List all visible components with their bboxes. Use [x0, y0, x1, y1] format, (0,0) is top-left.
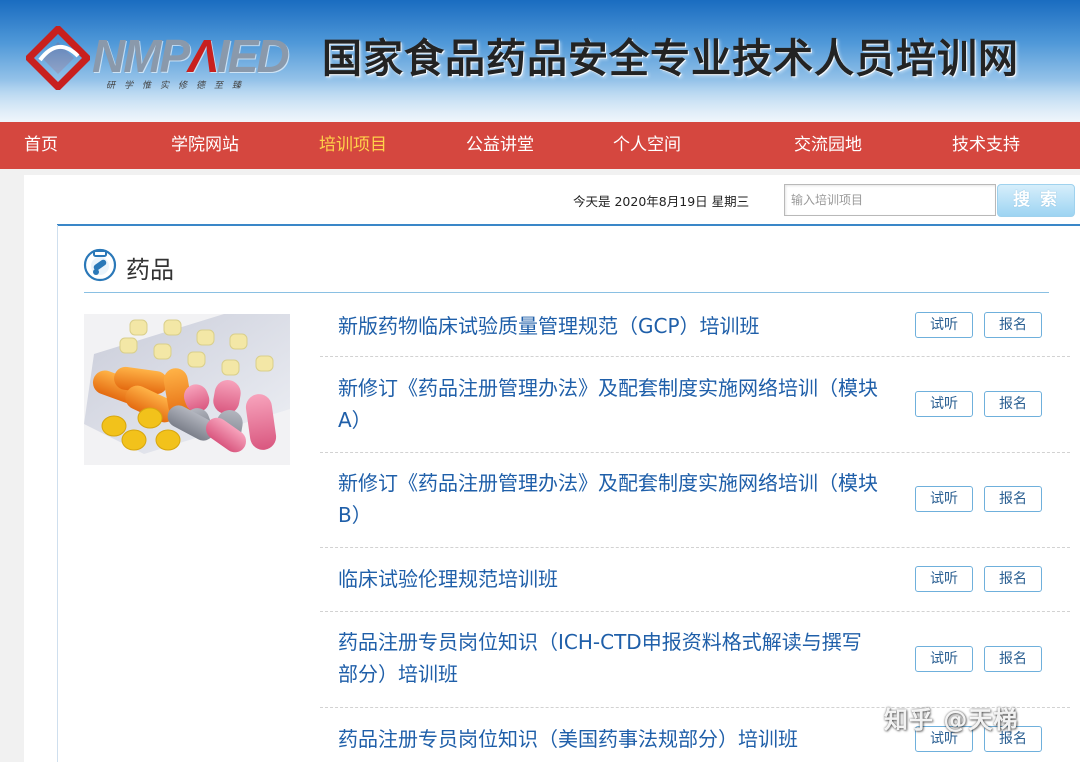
- course-divider: [320, 611, 1070, 612]
- medicine-bottle-icon: [83, 248, 117, 282]
- current-date: 今天是 2020年8月19日 星期三: [573, 194, 750, 209]
- trial-button[interactable]: 试听: [915, 312, 973, 338]
- course-divider: [320, 547, 1070, 548]
- course-title-link[interactable]: 新修订《药品注册管理办法》及配套制度实施网络培训（模块A）: [338, 372, 878, 436]
- nav-item-college-site[interactable]: 学院网站: [171, 122, 239, 169]
- trial-button[interactable]: 试听: [915, 646, 973, 672]
- signup-button[interactable]: 报名: [984, 566, 1042, 592]
- course-title-link[interactable]: 药品注册专员岗位知识（美国药事法规部分）培训班: [338, 723, 878, 755]
- nav-item-personal-space[interactable]: 个人空间: [613, 122, 681, 169]
- course-title-link[interactable]: 新版药物临床试验质量管理规范（GCP）培训班: [338, 310, 878, 342]
- site-logo[interactable]: NMPΛIED 研学惟实修德至臻: [26, 22, 296, 98]
- nav-item-forum[interactable]: 交流园地: [794, 122, 862, 169]
- course-divider: [320, 356, 1070, 357]
- search-input[interactable]: 输入培训项目: [784, 184, 996, 216]
- trial-button[interactable]: 试听: [915, 486, 973, 512]
- nav-item-public-lectures[interactable]: 公益讲堂: [466, 122, 534, 169]
- course-title-link[interactable]: 临床试验伦理规范培训班: [338, 563, 878, 595]
- nav-item-tech-support[interactable]: 技术支持: [952, 122, 1020, 169]
- medicine-pills-image: [84, 314, 290, 465]
- signup-button[interactable]: 报名: [984, 486, 1042, 512]
- course-title-link[interactable]: 药品注册专员岗位知识（ICH-CTD申报资料格式解读与撰写部分）培训班: [338, 626, 878, 690]
- content-left-border: [57, 225, 58, 762]
- course-title-link[interactable]: 新修订《药品注册管理办法》及配套制度实施网络培训（模块B）: [338, 467, 878, 531]
- course-divider: [320, 452, 1070, 453]
- site-title: 国家食品药品安全专业技术人员培训网: [322, 36, 1019, 82]
- watermark-text: 知乎 @天梯: [884, 706, 1019, 734]
- section-divider: [84, 292, 1049, 293]
- signup-button[interactable]: 报名: [984, 646, 1042, 672]
- trial-button[interactable]: 试听: [915, 391, 973, 417]
- search-button[interactable]: 搜 索: [997, 184, 1075, 217]
- section-title: 药品: [126, 256, 174, 284]
- logo-diamond-icon: [26, 26, 90, 90]
- nav-item-training-projects[interactable]: 培训项目: [319, 122, 387, 169]
- main-nav: 首页 学院网站 培训项目 公益讲堂 个人空间 交流园地 技术支持: [0, 122, 1080, 169]
- signup-button[interactable]: 报名: [984, 312, 1042, 338]
- trial-button[interactable]: 试听: [915, 566, 973, 592]
- logo-slogan: 研学惟实修德至臻: [106, 81, 251, 91]
- nav-item-home[interactable]: 首页: [24, 122, 58, 169]
- signup-button[interactable]: 报名: [984, 391, 1042, 417]
- content-top-divider: [57, 224, 1080, 226]
- site-header: NMPΛIED 研学惟实修德至臻 国家食品药品安全专业技术人员培训网: [0, 0, 1080, 122]
- logo-wordmark: NMPΛIED: [92, 30, 290, 82]
